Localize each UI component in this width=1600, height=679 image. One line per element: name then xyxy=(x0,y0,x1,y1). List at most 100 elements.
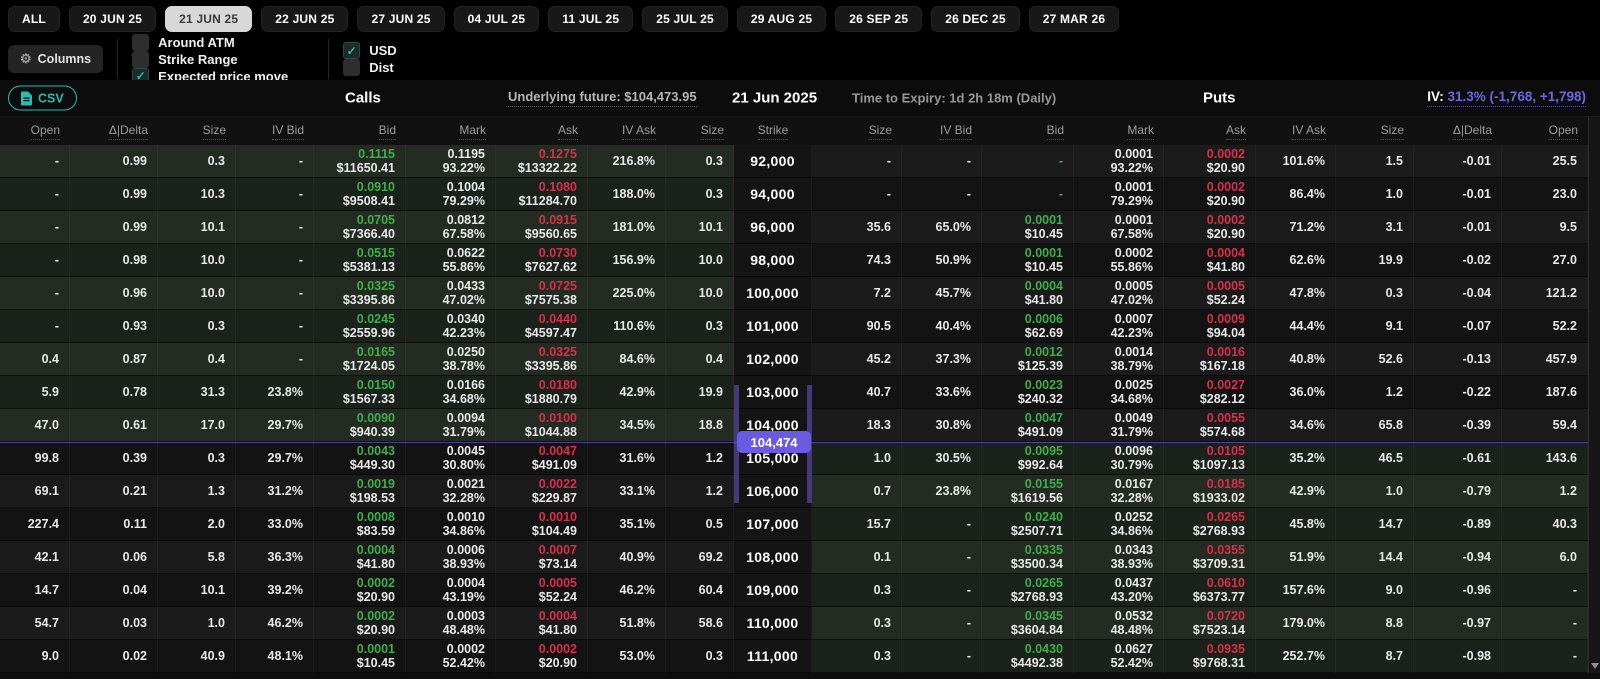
put-bid-cell[interactable]: 0.0335$3500.34 xyxy=(982,541,1074,574)
call-ask-cell[interactable]: 0.0022$229.87 xyxy=(496,475,588,508)
put-bid-cell[interactable]: 0.0265$2768.93 xyxy=(982,574,1074,607)
put-mark-cell[interactable]: 0.002534.68% xyxy=(1074,376,1164,409)
column-header-open[interactable]: Open xyxy=(31,123,60,140)
call-mark-cell[interactable]: 0.000443.19% xyxy=(406,574,496,607)
call-mark-cell[interactable]: 0.081267.58% xyxy=(406,211,496,244)
call-mark-cell[interactable]: 0.043347.02% xyxy=(406,277,496,310)
column-header-mark[interactable]: Mark xyxy=(459,123,486,140)
put-mark-cell[interactable]: 0.053248.48% xyxy=(1074,607,1164,640)
expiry-tab-26-sep-25[interactable]: 26 SEP 25 xyxy=(835,6,922,32)
column-header-ask[interactable]: Ask xyxy=(558,123,578,140)
put-mark-cell[interactable]: 0.004931.79% xyxy=(1074,409,1164,442)
checkbox-dist[interactable]: Dist xyxy=(343,59,396,76)
column-header-size[interactable]: Size xyxy=(1381,123,1404,140)
column-header-strike[interactable]: Strike xyxy=(758,123,789,140)
put-mark-cell[interactable]: 0.000742.23% xyxy=(1074,310,1164,343)
call-mark-cell[interactable]: 0.025038.78% xyxy=(406,343,496,376)
expiry-tab-all[interactable]: ALL xyxy=(8,6,60,32)
put-bid-cell[interactable]: 0.0004$41.80 xyxy=(982,277,1074,310)
call-ask-cell[interactable]: 0.0005$52.24 xyxy=(496,574,588,607)
call-mark-cell[interactable]: 0.062255.86% xyxy=(406,244,496,277)
put-mark-cell[interactable]: 0.062752.42% xyxy=(1074,640,1164,673)
column-header--delta[interactable]: Δ|Delta xyxy=(109,123,148,140)
put-ask-cell[interactable]: 0.0185$1933.02 xyxy=(1164,475,1256,508)
checkbox-strike-range[interactable]: Strike Range xyxy=(132,51,288,68)
expiry-tab-27-mar-26[interactable]: 27 MAR 26 xyxy=(1029,6,1120,32)
column-header-iv-ask[interactable]: IV Ask xyxy=(622,123,656,140)
put-bid-cell[interactable]: - xyxy=(982,178,1074,211)
put-ask-cell[interactable]: 0.0720$7523.14 xyxy=(1164,607,1256,640)
columns-button[interactable]: ⚙ Columns xyxy=(8,45,103,73)
call-bid-cell[interactable]: 0.0001$10.45 xyxy=(314,640,406,673)
put-bid-cell[interactable]: 0.0095$992.64 xyxy=(982,442,1074,475)
call-mark-cell[interactable]: 0.000252.42% xyxy=(406,640,496,673)
call-ask-cell[interactable]: 0.0002$20.90 xyxy=(496,640,588,673)
put-bid-cell[interactable]: 0.0240$2507.71 xyxy=(982,508,1074,541)
csv-export-button[interactable]: CSV xyxy=(8,86,77,111)
call-ask-cell[interactable]: 0.0915$9560.65 xyxy=(496,211,588,244)
put-bid-cell[interactable]: 0.0047$491.09 xyxy=(982,409,1074,442)
put-mark-cell[interactable]: 0.000547.02% xyxy=(1074,277,1164,310)
put-bid-cell[interactable]: 0.0012$125.39 xyxy=(982,343,1074,376)
call-bid-cell[interactable]: 0.0705$7366.40 xyxy=(314,211,406,244)
put-mark-cell[interactable]: 0.000193.22% xyxy=(1074,145,1164,178)
put-ask-cell[interactable]: 0.0002$20.90 xyxy=(1164,178,1256,211)
call-bid-cell[interactable]: 0.0090$940.39 xyxy=(314,409,406,442)
call-bid-cell[interactable]: 0.0910$9508.41 xyxy=(314,178,406,211)
call-bid-cell[interactable]: 0.1115$11650.41 xyxy=(314,145,406,178)
expiry-tab-21-jun-25[interactable]: 21 JUN 25 xyxy=(165,6,252,32)
column-header-iv-ask[interactable]: IV Ask xyxy=(1292,123,1326,140)
call-bid-cell[interactable]: 0.0004$41.80 xyxy=(314,541,406,574)
call-ask-cell[interactable]: 0.0004$41.80 xyxy=(496,607,588,640)
put-ask-cell[interactable]: 0.0005$52.24 xyxy=(1164,277,1256,310)
call-mark-cell[interactable]: 0.000348.48% xyxy=(406,607,496,640)
call-mark-cell[interactable]: 0.000638.93% xyxy=(406,541,496,574)
put-ask-cell[interactable]: 0.0002$20.90 xyxy=(1164,145,1256,178)
put-ask-cell[interactable]: 0.0009$94.04 xyxy=(1164,310,1256,343)
put-mark-cell[interactable]: 0.001438.79% xyxy=(1074,343,1164,376)
call-bid-cell[interactable]: 0.0019$198.53 xyxy=(314,475,406,508)
call-mark-cell[interactable]: 0.009431.79% xyxy=(406,409,496,442)
checkbox-usd[interactable]: ✓USD xyxy=(343,42,396,59)
put-ask-cell[interactable]: 0.0002$20.90 xyxy=(1164,211,1256,244)
expiry-tab-26-dec-25[interactable]: 26 DEC 25 xyxy=(931,6,1020,32)
call-ask-cell[interactable]: 0.0440$4597.47 xyxy=(496,310,588,343)
put-bid-cell[interactable]: 0.0430$4492.38 xyxy=(982,640,1074,673)
call-ask-cell[interactable]: 0.1080$11284.70 xyxy=(496,178,588,211)
expiry-tab-29-aug-25[interactable]: 29 AUG 25 xyxy=(737,6,826,32)
put-mark-cell[interactable]: 0.034338.93% xyxy=(1074,541,1164,574)
put-mark-cell[interactable]: 0.009630.79% xyxy=(1074,442,1164,475)
call-bid-cell[interactable]: 0.0515$5381.13 xyxy=(314,244,406,277)
column-header-size[interactable]: Size xyxy=(701,123,724,140)
atm-iv-value[interactable]: IV: 31.3% (-1,768, +1,798) xyxy=(1427,89,1586,107)
put-ask-cell[interactable]: 0.0004$41.80 xyxy=(1164,244,1256,277)
call-mark-cell[interactable]: 0.119593.22% xyxy=(406,145,496,178)
expiry-tab-27-jun-25[interactable]: 27 JUN 25 xyxy=(357,6,444,32)
column-header-iv-bid[interactable]: IV Bid xyxy=(272,123,304,140)
call-mark-cell[interactable]: 0.100479.29% xyxy=(406,178,496,211)
column-header-bid[interactable]: Bid xyxy=(1047,123,1064,140)
scroll-down-icon[interactable] xyxy=(1591,663,1599,669)
call-bid-cell[interactable]: 0.0008$83.59 xyxy=(314,508,406,541)
put-ask-cell[interactable]: 0.0355$3709.31 xyxy=(1164,541,1256,574)
call-ask-cell[interactable]: 0.0325$3395.86 xyxy=(496,343,588,376)
put-mark-cell[interactable]: 0.043743.20% xyxy=(1074,574,1164,607)
call-ask-cell[interactable]: 0.0730$7627.62 xyxy=(496,244,588,277)
call-ask-cell[interactable]: 0.0010$104.49 xyxy=(496,508,588,541)
call-ask-cell[interactable]: 0.0047$491.09 xyxy=(496,442,588,475)
put-bid-cell[interactable]: 0.0001$10.45 xyxy=(982,244,1074,277)
call-mark-cell[interactable]: 0.016634.68% xyxy=(406,376,496,409)
expiry-tab-22-jun-25[interactable]: 22 JUN 25 xyxy=(261,6,348,32)
call-bid-cell[interactable]: 0.0002$20.90 xyxy=(314,574,406,607)
put-ask-cell[interactable]: 0.0027$282.12 xyxy=(1164,376,1256,409)
call-ask-cell[interactable]: 0.0180$1880.79 xyxy=(496,376,588,409)
call-bid-cell[interactable]: 0.0150$1567.33 xyxy=(314,376,406,409)
call-ask-cell[interactable]: 0.1275$13322.22 xyxy=(496,145,588,178)
call-mark-cell[interactable]: 0.002132.28% xyxy=(406,475,496,508)
call-ask-cell[interactable]: 0.0100$1044.88 xyxy=(496,409,588,442)
call-bid-cell[interactable]: 0.0043$449.30 xyxy=(314,442,406,475)
call-ask-cell[interactable]: 0.0007$73.14 xyxy=(496,541,588,574)
put-mark-cell[interactable]: 0.025234.86% xyxy=(1074,508,1164,541)
column-header-size[interactable]: Size xyxy=(203,123,226,140)
put-bid-cell[interactable]: 0.0023$240.32 xyxy=(982,376,1074,409)
